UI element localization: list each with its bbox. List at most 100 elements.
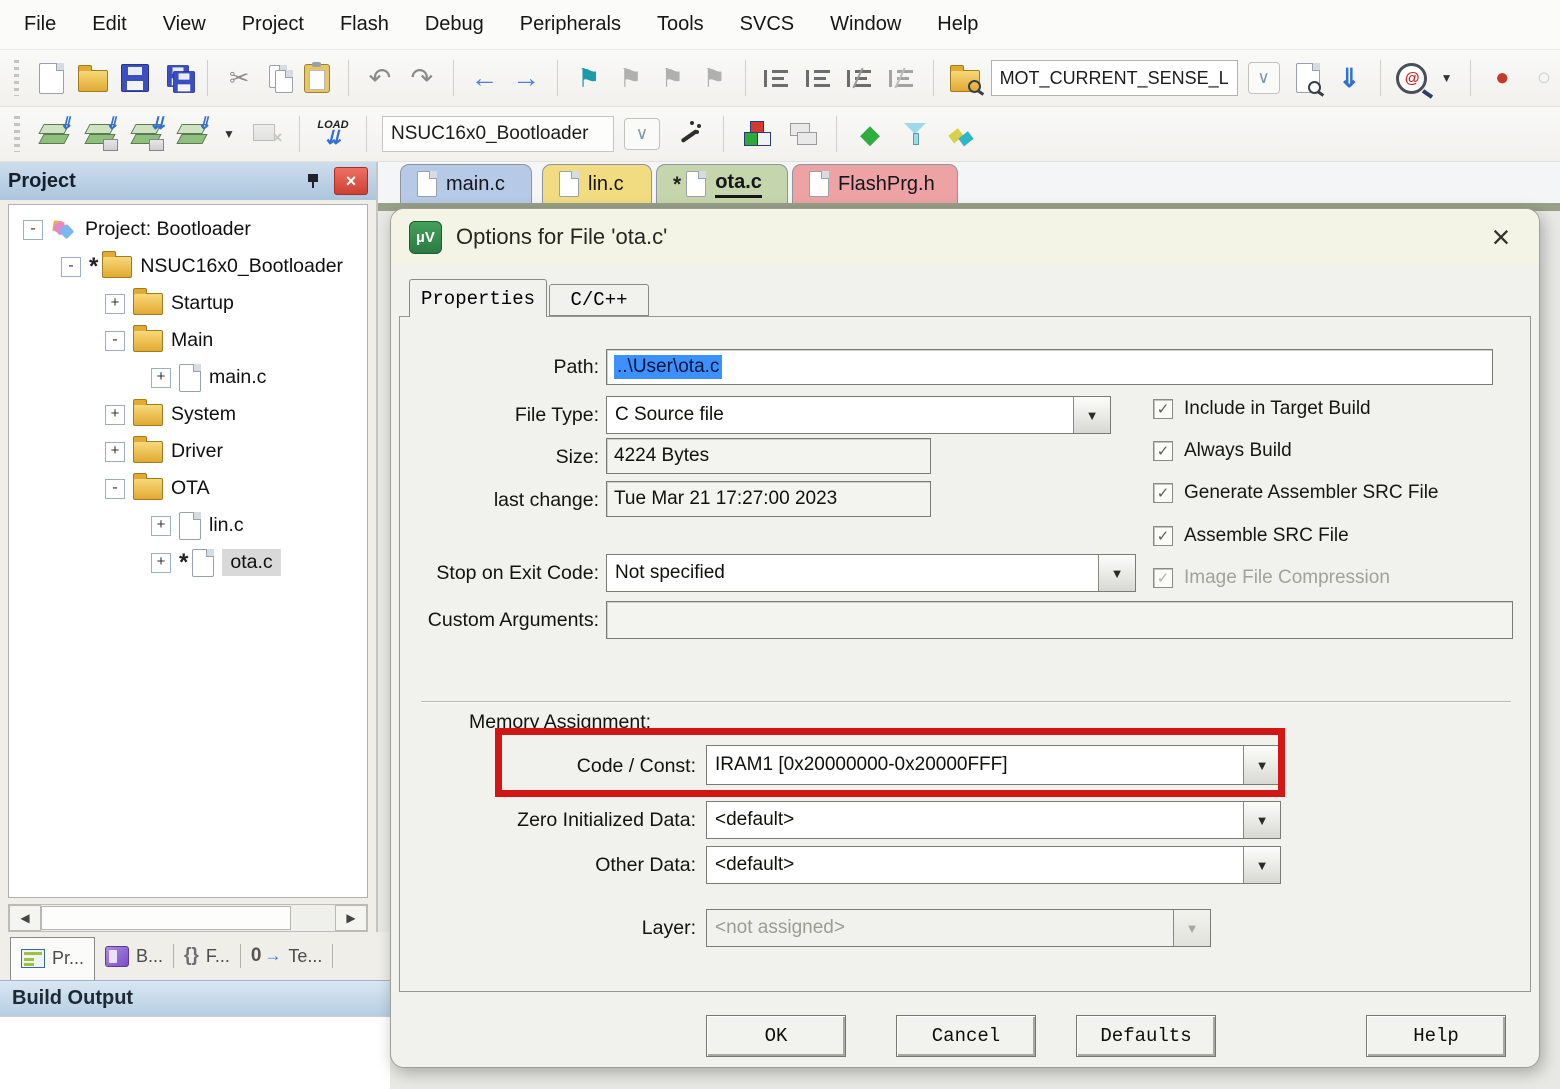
save-all-button[interactable] xyxy=(161,60,193,96)
copy-button[interactable] xyxy=(265,63,291,93)
expander[interactable]: + xyxy=(151,516,171,536)
dropdown-arrow-button[interactable]: ▼ xyxy=(1073,397,1110,433)
scrollbar-thumb[interactable] xyxy=(41,906,291,930)
help-button[interactable]: Help xyxy=(1366,1015,1506,1057)
stop-on-exit-select[interactable]: Not specified ▼ xyxy=(606,554,1136,592)
checkbox-box[interactable]: ✓ xyxy=(1153,526,1173,546)
menu-svcs[interactable]: SVCS xyxy=(740,13,794,36)
expander[interactable]: - xyxy=(105,479,125,499)
scroll-left-button[interactable]: ◀ xyxy=(9,905,41,931)
tree-item-nsuc16x0-bootloader[interactable]: - * NSUC16x0_Bootloader xyxy=(9,248,367,285)
ok-button[interactable]: OK xyxy=(706,1015,846,1057)
checkbox-box[interactable]: ✓ xyxy=(1153,441,1173,461)
search-combobox[interactable]: MOT_CURRENT_SENSE_L xyxy=(991,60,1238,96)
checkbox-generate-assembler-src[interactable]: ✓ Generate Assembler SRC File xyxy=(1153,482,1439,504)
menu-window[interactable]: Window xyxy=(830,13,901,36)
menu-peripherals[interactable]: Peripherals xyxy=(520,13,621,36)
horizontal-scrollbar[interactable]: ◀ ▶ xyxy=(8,904,368,932)
tree-item-system[interactable]: + System xyxy=(9,396,367,433)
dropdown-arrow-button[interactable]: ▼ xyxy=(1098,555,1135,591)
indent-button[interactable] xyxy=(761,60,793,96)
clear-bookmarks-button[interactable]: ⚑ xyxy=(698,60,730,96)
toggle-bookmark-button[interactable]: ⚑ xyxy=(573,60,605,96)
batch-build-dropdown[interactable]: ▼ xyxy=(220,116,238,152)
tree-item-project-bootloader[interactable]: - Project: Bootloader xyxy=(9,211,367,248)
dialog-title-bar[interactable]: µV Options for File 'ota.c' × xyxy=(391,209,1539,265)
paste-button[interactable] xyxy=(301,60,333,96)
next-bookmark-button[interactable]: ⚑ xyxy=(615,60,647,96)
prev-bookmark-button[interactable]: ⚑ xyxy=(656,60,688,96)
incremental-find-button[interactable]: ⇓ xyxy=(1333,60,1365,96)
batch-build-button[interactable]: ⇓ xyxy=(174,116,210,152)
expander[interactable]: + xyxy=(105,294,125,314)
pack-installer-button[interactable]: ◆ xyxy=(852,116,888,152)
debug-dropdown-button[interactable]: ▼ xyxy=(1438,60,1456,96)
download-button[interactable]: LOAD ⇊ xyxy=(315,116,351,152)
tree-item-main-c[interactable]: + main.c xyxy=(9,359,367,396)
redo-button[interactable]: ↷ xyxy=(406,60,438,96)
checkbox-assemble-src[interactable]: ✓ Assemble SRC File xyxy=(1153,525,1349,547)
save-button[interactable] xyxy=(119,60,151,96)
defaults-button[interactable]: Defaults xyxy=(1076,1015,1216,1057)
menu-file[interactable]: File xyxy=(24,13,56,36)
scrollbar-track[interactable] xyxy=(291,905,335,931)
tab-books-panel[interactable]: B... xyxy=(105,946,163,967)
custom-arguments-field[interactable] xyxy=(606,601,1513,639)
tab-lin-c[interactable]: lin.c xyxy=(542,164,652,203)
dialog-close-button[interactable]: × xyxy=(1481,221,1521,253)
target-combobox[interactable]: NSUC16x0_Bootloader xyxy=(382,116,614,152)
menu-project[interactable]: Project xyxy=(242,13,304,36)
tab-properties[interactable]: Properties xyxy=(409,279,547,317)
select-packs-button[interactable] xyxy=(898,116,934,152)
build-button[interactable]: ⇓ xyxy=(82,116,118,152)
manage-layers-button[interactable] xyxy=(785,116,821,152)
tab-project-panel[interactable]: Pr... xyxy=(10,937,95,980)
find-next-button[interactable] xyxy=(1292,60,1324,96)
menu-help[interactable]: Help xyxy=(937,13,978,36)
rebuild-button[interactable]: ⇊ xyxy=(128,116,164,152)
tree-item-lin-c[interactable]: + lin.c xyxy=(9,507,367,544)
file-type-select[interactable]: C Source file ▼ xyxy=(606,396,1111,434)
pin-icon[interactable] xyxy=(306,173,322,189)
navigate-forward-button[interactable]: → xyxy=(510,60,542,96)
tree-item-ota[interactable]: - OTA xyxy=(9,470,367,507)
breakpoint-button[interactable]: ● xyxy=(1486,60,1518,96)
checkbox-include-in-target-build[interactable]: ✓ Include in Target Build xyxy=(1153,398,1371,420)
tab-c-cpp[interactable]: C/C++ xyxy=(549,284,649,316)
build-output-body[interactable] xyxy=(0,1016,390,1089)
other-data-select[interactable]: <default> ▼ xyxy=(706,846,1281,884)
configure-target-button[interactable] xyxy=(672,116,708,152)
menu-view[interactable]: View xyxy=(163,13,206,36)
dropdown-arrow-button[interactable]: ▼ xyxy=(1243,802,1280,838)
outdent-button[interactable] xyxy=(803,60,835,96)
debug-session-button[interactable]: @ xyxy=(1396,60,1428,96)
zero-init-select[interactable]: <default> ▼ xyxy=(706,801,1281,839)
expander[interactable]: - xyxy=(23,220,43,240)
path-field[interactable]: ..\User\ota.c xyxy=(606,349,1493,385)
checkbox-box[interactable]: ✓ xyxy=(1153,483,1173,503)
dropdown-arrow-button[interactable]: ▼ xyxy=(1243,847,1280,883)
expander[interactable]: - xyxy=(105,331,125,351)
panel-close-button[interactable]: × xyxy=(334,167,368,195)
checkbox-always-build[interactable]: ✓ Always Build xyxy=(1153,440,1292,462)
menu-edit[interactable]: Edit xyxy=(92,13,126,36)
tab-main-c[interactable]: main.c xyxy=(400,164,532,203)
menu-debug[interactable]: Debug xyxy=(425,13,484,36)
runtime-environment-button[interactable]: ◆◆ xyxy=(944,116,980,152)
checkbox-box[interactable]: ✓ xyxy=(1153,399,1173,419)
new-file-button[interactable] xyxy=(35,60,67,96)
tab-templates-panel[interactable]: 0 → Te... xyxy=(251,945,323,967)
cancel-button[interactable]: Cancel xyxy=(896,1015,1036,1057)
search-dropdown-button[interactable]: ∨ xyxy=(1248,62,1280,94)
expander[interactable]: - xyxy=(61,257,81,277)
cut-button[interactable]: ✂ xyxy=(223,60,255,96)
tab-ota-c[interactable]: * ota.c xyxy=(656,164,788,203)
manage-components-button[interactable] xyxy=(739,116,775,152)
target-dropdown-button[interactable]: ∨ xyxy=(624,118,660,150)
navigate-back-button[interactable]: ← xyxy=(469,60,501,96)
tree-item-main[interactable]: - Main xyxy=(9,322,367,359)
undo-button[interactable]: ↶ xyxy=(364,60,396,96)
tree-item-startup[interactable]: + Startup xyxy=(9,285,367,322)
uncomment-button[interactable] xyxy=(886,60,918,96)
expander[interactable]: + xyxy=(151,553,171,573)
